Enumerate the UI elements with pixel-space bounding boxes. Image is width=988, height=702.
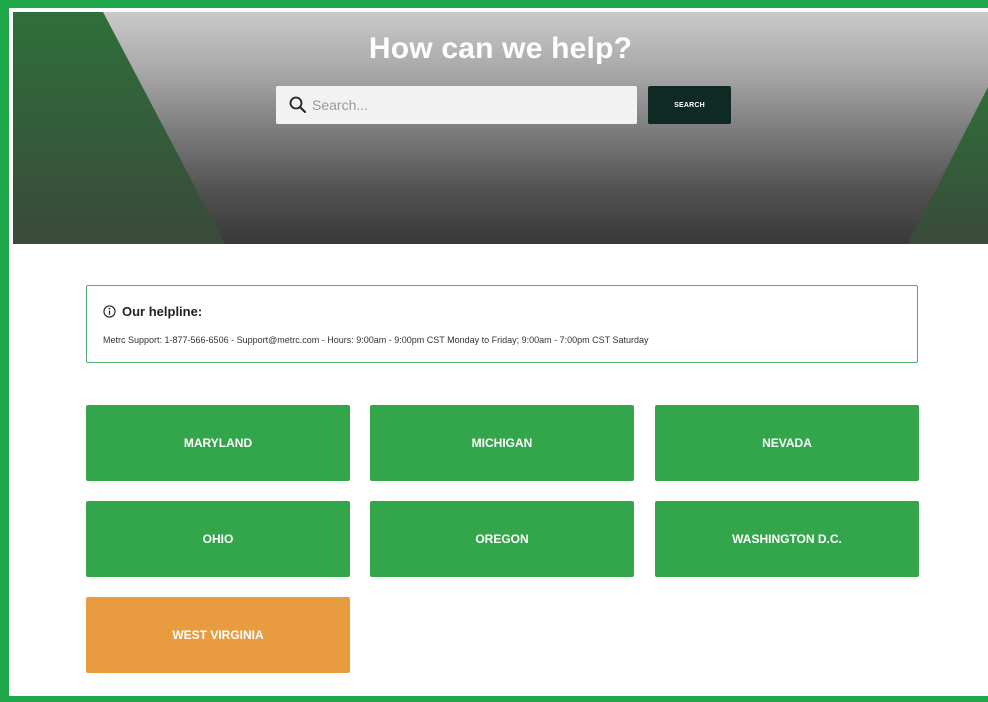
hero-right-shape <box>908 87 988 244</box>
state-tile-ohio[interactable]: OHIO <box>86 501 350 577</box>
state-tile-label: WEST VIRGINIA <box>172 628 264 642</box>
info-icon <box>103 304 116 318</box>
page-title: How can we help? <box>368 32 633 65</box>
state-tile-label: MICHIGAN <box>471 436 533 450</box>
state-tile-west-virginia[interactable]: WEST VIRGINIA <box>86 597 350 673</box>
search-button[interactable]: SEARCH <box>648 86 731 124</box>
helpline-text: Metrc Support: 1-877-566-6506 - Support@… <box>103 335 649 345</box>
frame-inner-edge-top <box>9 8 988 12</box>
state-tile-nevada[interactable]: NEVADA <box>655 405 919 481</box>
helpline-header: Our helpline: <box>103 302 202 320</box>
helpline-box: Our helpline: Metrc Support: 1-877-566-6… <box>86 285 918 363</box>
hero-banner: How can we help? SEARCH <box>13 12 988 244</box>
state-tile-michigan[interactable]: MICHIGAN <box>370 405 634 481</box>
state-tile-label: NEVADA <box>762 436 812 450</box>
search-input[interactable] <box>312 86 627 124</box>
state-tile-label: OREGON <box>475 532 529 546</box>
state-tile-oregon[interactable]: OREGON <box>370 501 634 577</box>
helpline-title: Our helpline: <box>122 303 203 319</box>
state-tile-washington-dc[interactable]: WASHINGTON D.C. <box>655 501 919 577</box>
state-tile-label: MARYLAND <box>183 436 253 450</box>
state-tile-label: WASHINGTON D.C. <box>732 532 842 546</box>
state-tile-maryland[interactable]: MARYLAND <box>86 405 350 481</box>
search-icon <box>289 96 306 113</box>
state-tile-label: OHIO <box>202 532 234 546</box>
search-box[interactable] <box>276 86 637 124</box>
frame-inner-edge <box>9 8 13 696</box>
